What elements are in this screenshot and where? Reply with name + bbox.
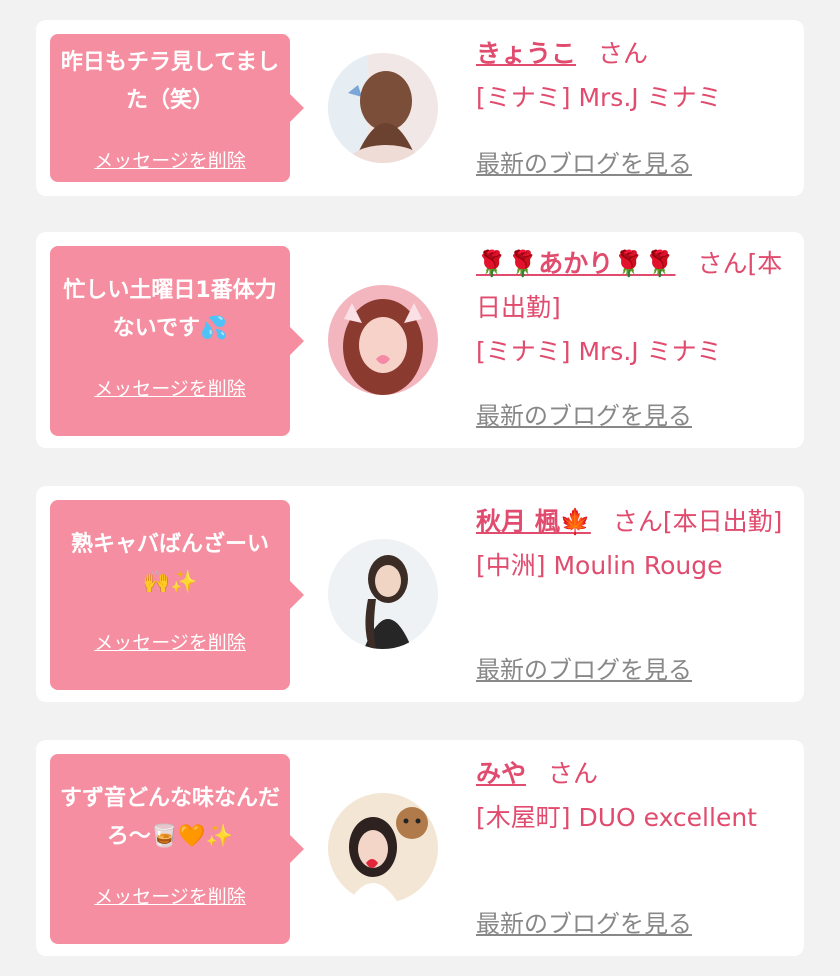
shop-name: [ミナミ] Mrs.J ミナミ: [476, 83, 722, 112]
message-text: 忙しい土曜日1番体力ないです💦: [63, 278, 277, 341]
honorific: さん[本日出勤]: [612, 507, 783, 536]
cast-name-link[interactable]: みや: [476, 759, 526, 788]
message-text: すず音どんな味なんだろ〜🥃🧡✨: [59, 786, 280, 849]
latest-blog-link[interactable]: 最新のブログを見る: [476, 650, 692, 685]
avatar[interactable]: [328, 539, 438, 649]
cast-info: 秋月 楓🍁 さん[本日出勤] [中洲] Moulin Rouge: [476, 500, 790, 588]
cast-card: 忙しい土曜日1番体力ないです💦 メッセージを削除 🌹🌹あかり🌹🌹 さん[本日出勤]…: [36, 232, 804, 448]
delete-message-link[interactable]: メッセージを削除: [50, 374, 290, 401]
cast-card: 熟キャバばんざーい🙌✨ メッセージを削除 秋月 楓🍁 さん[本日出勤] [中洲] …: [36, 486, 804, 702]
delete-message-link[interactable]: メッセージを削除: [50, 882, 290, 909]
cast-card: 昨日もチラ見してました（笑） メッセージを削除 きょうこ さん [ミナミ] Mrs…: [36, 20, 804, 196]
message-bubble: 熟キャバばんざーい🙌✨ メッセージを削除: [50, 500, 304, 690]
message-text: 昨日もチラ見してました（笑）: [60, 50, 280, 113]
delete-message-link[interactable]: メッセージを削除: [50, 628, 290, 655]
message-bubble: すず音どんな味なんだろ〜🥃🧡✨ メッセージを削除: [50, 754, 304, 944]
avatar[interactable]: [328, 285, 438, 395]
latest-blog-link[interactable]: 最新のブログを見る: [476, 396, 692, 431]
cast-name-link[interactable]: 🌹🌹あかり🌹🌹: [476, 249, 676, 278]
cast-info: きょうこ さん [ミナミ] Mrs.J ミナミ: [476, 32, 790, 120]
avatar[interactable]: [328, 53, 438, 163]
honorific: さん: [548, 759, 599, 788]
message-bubble: 昨日もチラ見してました（笑） メッセージを削除: [50, 34, 304, 182]
shop-name: [木屋町] DUO excellent: [476, 803, 757, 832]
avatar[interactable]: [328, 793, 438, 903]
latest-blog-link[interactable]: 最新のブログを見る: [476, 904, 692, 939]
delete-message-link[interactable]: メッセージを削除: [50, 146, 290, 173]
cast-info: 🌹🌹あかり🌹🌹 さん[本日出勤] [ミナミ] Mrs.J ミナミ: [476, 242, 790, 374]
shop-name: [ミナミ] Mrs.J ミナミ: [476, 337, 722, 366]
honorific: さん: [598, 39, 649, 68]
message-bubble: 忙しい土曜日1番体力ないです💦 メッセージを削除: [50, 246, 304, 436]
shop-name: [中洲] Moulin Rouge: [476, 551, 723, 580]
message-text: 熟キャバばんざーい🙌✨: [70, 532, 269, 595]
latest-blog-link[interactable]: 最新のブログを見る: [476, 144, 692, 179]
favorite-cast-list: 昨日もチラ見してました（笑） メッセージを削除 きょうこ さん [ミナミ] Mrs…: [0, 0, 840, 976]
cast-card: すず音どんな味なんだろ〜🥃🧡✨ メッセージを削除 みや さん [木屋町] DUO …: [36, 740, 804, 956]
cast-name-link[interactable]: 秋月 楓🍁: [476, 507, 591, 536]
cast-info: みや さん [木屋町] DUO excellent: [476, 752, 790, 840]
cast-name-link[interactable]: きょうこ: [476, 39, 576, 68]
